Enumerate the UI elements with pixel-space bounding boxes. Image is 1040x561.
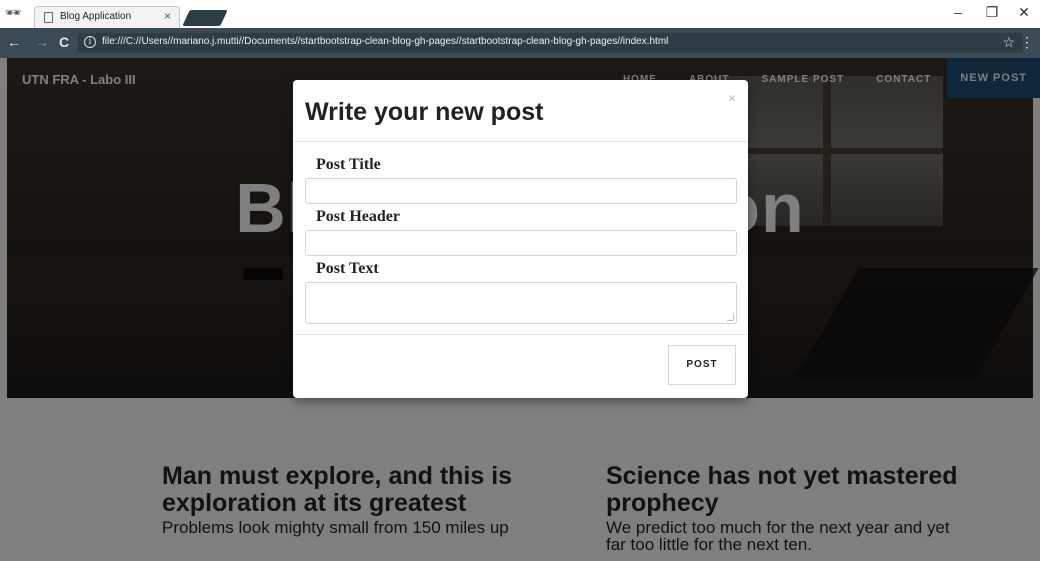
restore-button[interactable]: ❐ — [982, 4, 1002, 21]
post-header-input[interactable] — [305, 230, 737, 256]
post-submit-button[interactable]: POST — [668, 345, 736, 385]
page-icon — [44, 12, 53, 23]
reload-icon[interactable]: C — [56, 34, 72, 50]
browser-toolbar: ← → C i file:///C://Users//mariano.j.mut… — [0, 28, 1040, 58]
new-post-modal: Write your new post × Post Title Post He… — [293, 80, 748, 398]
post-title-label: Post Title — [316, 156, 381, 173]
incognito-icon: 🕶 — [4, 5, 22, 20]
new-tab-button[interactable] — [182, 10, 228, 26]
bookmark-star-icon[interactable]: ☆ — [1002, 34, 1015, 51]
modal-title: Write your new post — [305, 98, 544, 126]
tab-title: Blog Application — [60, 11, 132, 22]
post-text-label: Post Text — [316, 260, 379, 277]
modal-footer-divider — [293, 334, 748, 335]
minimize-button[interactable]: – — [948, 4, 968, 20]
browser-menu-icon[interactable]: ⋮ — [1020, 34, 1034, 51]
address-bar[interactable]: i file:///C://Users//mariano.j.mutti//Do… — [78, 33, 1023, 53]
resize-handle[interactable] — [727, 314, 734, 321]
post-title-input[interactable] — [305, 178, 737, 204]
back-icon[interactable]: ← — [6, 34, 22, 50]
tab-close-icon[interactable]: × — [164, 9, 171, 23]
modal-header: Write your new post × — [293, 80, 748, 142]
close-window-button[interactable]: ✕ — [1014, 4, 1034, 21]
url-text[interactable]: file:///C://Users//mariano.j.mutti//Docu… — [102, 36, 668, 47]
info-icon[interactable]: i — [84, 36, 96, 48]
forward-icon[interactable]: → — [34, 34, 50, 50]
browser-tabstrip: 🕶 Blog Application × – ❐ ✕ — [0, 0, 1040, 28]
post-text-textarea[interactable] — [305, 282, 737, 324]
browser-tab[interactable]: Blog Application × — [34, 6, 180, 28]
close-icon[interactable]: × — [728, 90, 736, 106]
post-header-label: Post Header — [316, 208, 400, 225]
page: Blog Application UTN FRA - Labo III HOME… — [0, 58, 1040, 561]
